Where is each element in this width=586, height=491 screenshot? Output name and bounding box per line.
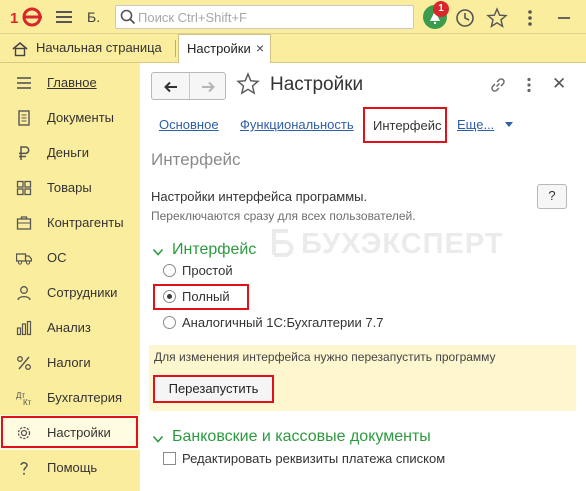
sidebar-item-label: Анализ	[47, 320, 91, 335]
tab-functionality[interactable]: Функциональность	[240, 117, 354, 132]
sidebar-item-label: Главное	[47, 75, 97, 90]
ruble-icon	[19, 146, 30, 160]
watermark-text: БУХЭКСПЕРТ	[301, 228, 504, 260]
radio-label: Простой	[182, 263, 233, 278]
1c-logo[interactable]: 1	[10, 7, 44, 27]
search-field[interactable]	[115, 5, 414, 29]
sidebar-item-help[interactable]: Помощь	[0, 450, 140, 485]
person-icon	[17, 286, 31, 301]
sidebar-item-label: Помощь	[47, 460, 98, 475]
sidebar-item-label: Сотрудники	[47, 285, 118, 300]
svg-text:Кт: Кт	[23, 398, 32, 406]
sidebar-item-main[interactable]: Главное	[0, 65, 140, 100]
navigation-buttons	[151, 72, 226, 100]
full-option-highlight-box	[153, 284, 249, 310]
close-icon[interactable]: ✕	[552, 74, 566, 94]
radio-button[interactable]	[163, 316, 176, 329]
subdescription-text: Переключаются сразу для всех пользовател…	[151, 209, 416, 223]
sidebar-item-label: Товары	[47, 180, 92, 195]
sidebar-item-label: Контрагенты	[47, 215, 124, 230]
tab-basic[interactable]: Основное	[159, 117, 219, 132]
settings-form: Настройки ✕ Основное Функциональность Ин…	[140, 63, 586, 491]
contractors-icon	[16, 216, 32, 230]
sidebar-item-taxes[interactable]: Налоги	[0, 345, 140, 380]
sidebar-item-label: ОС	[47, 250, 67, 265]
chart-icon	[16, 320, 32, 336]
page-title: Настройки	[270, 74, 364, 95]
document-icon	[18, 110, 30, 126]
back-arrow-icon[interactable]	[163, 79, 179, 95]
help-button[interactable]: ?	[537, 184, 567, 209]
chevron-down-icon[interactable]	[152, 433, 164, 445]
bank-group-title[interactable]: Банковские и кассовые документы	[172, 428, 431, 446]
sidebar-item-money[interactable]: Деньги	[0, 135, 140, 170]
checkbox[interactable]	[163, 452, 176, 465]
sidebar-item-label: Бухгалтерия	[47, 390, 123, 405]
section-heading: Интерфейс	[151, 150, 241, 169]
more-icon[interactable]	[519, 7, 541, 29]
sidebar-item-documents[interactable]: Документы	[0, 100, 140, 135]
radio-label: Аналогичный 1С:Бухгалтерии 7.7	[182, 315, 384, 330]
sidebar-item-label: Документы	[47, 110, 115, 125]
goods-icon	[16, 180, 32, 196]
notification-count-badge: 1	[433, 1, 449, 17]
tab-settings-label: Настройки	[187, 41, 251, 56]
percent-icon	[17, 356, 31, 370]
notifications-bell-icon[interactable]: 1	[423, 1, 449, 29]
tab-interface-label: Интерфейс	[373, 118, 442, 133]
tab-settings[interactable]: Настройки ×	[178, 34, 271, 64]
sidebar: Главное Документы Деньги Товары Контраге…	[0, 63, 140, 491]
chevron-down-icon[interactable]	[505, 122, 513, 127]
history-icon[interactable]	[454, 7, 476, 29]
restart-notice: Для изменения интерфейса нужно перезапус…	[149, 345, 576, 411]
sidebar-item-analysis[interactable]: Анализ	[0, 310, 140, 345]
favorite-star-icon[interactable]	[236, 72, 260, 96]
search-input[interactable]	[138, 8, 408, 26]
nav-divider	[189, 73, 190, 99]
sidebar-item-employees[interactable]: Сотрудники	[0, 275, 140, 310]
app-name[interactable]: Б.	[87, 9, 100, 25]
restart-button[interactable]: Перезапустить	[153, 375, 274, 403]
tab-interface[interactable]: Интерфейс	[363, 107, 447, 143]
chevron-down-icon[interactable]	[152, 246, 164, 258]
favorites-star-icon[interactable]	[486, 7, 508, 29]
forward-arrow-icon[interactable]	[200, 79, 216, 95]
sidebar-item-label: Налоги	[47, 355, 91, 370]
sidebar-item-label: Деньги	[47, 145, 89, 160]
truck-icon	[16, 253, 32, 265]
settings-highlight-box	[1, 416, 138, 448]
link-icon[interactable]	[489, 76, 507, 94]
tab-home[interactable]: Начальная страница	[36, 40, 162, 55]
svg-text:1: 1	[10, 10, 18, 27]
top-bar: 1 Б. 1	[0, 0, 586, 34]
minimize-icon[interactable]	[553, 7, 575, 29]
sidebar-item-contractors[interactable]: Контрагенты	[0, 205, 140, 240]
tab-more[interactable]: Еще...	[457, 117, 494, 132]
tab-close-icon[interactable]: ×	[256, 40, 264, 56]
main-menu-icon[interactable]	[56, 9, 72, 25]
checkbox-label: Редактировать реквизиты платежа списком	[182, 451, 446, 466]
tab-divider	[175, 40, 176, 57]
sidebar-item-fixed-assets[interactable]: ОС	[0, 240, 140, 275]
home-icon[interactable]	[12, 41, 28, 57]
watermark-logo	[272, 229, 294, 257]
search-icon	[120, 9, 136, 25]
sidebar-item-goods[interactable]: Товары	[0, 170, 140, 205]
menu-icon	[17, 77, 31, 89]
radio-button[interactable]	[163, 264, 176, 277]
sidebar-item-accounting[interactable]: Дт Кт Бухгалтерия	[0, 380, 140, 415]
interface-group-title[interactable]: Интерфейс	[172, 241, 256, 259]
restart-notice-text: Для изменения интерфейса нужно перезапус…	[154, 350, 496, 364]
tabs-bar: Начальная страница Настройки ×	[0, 34, 586, 64]
accounting-icon: ДтКт	[16, 391, 32, 406]
question-icon	[20, 462, 28, 475]
more-actions-icon[interactable]	[520, 76, 538, 94]
description-text: Настройки интерфейса программы.	[151, 189, 368, 204]
